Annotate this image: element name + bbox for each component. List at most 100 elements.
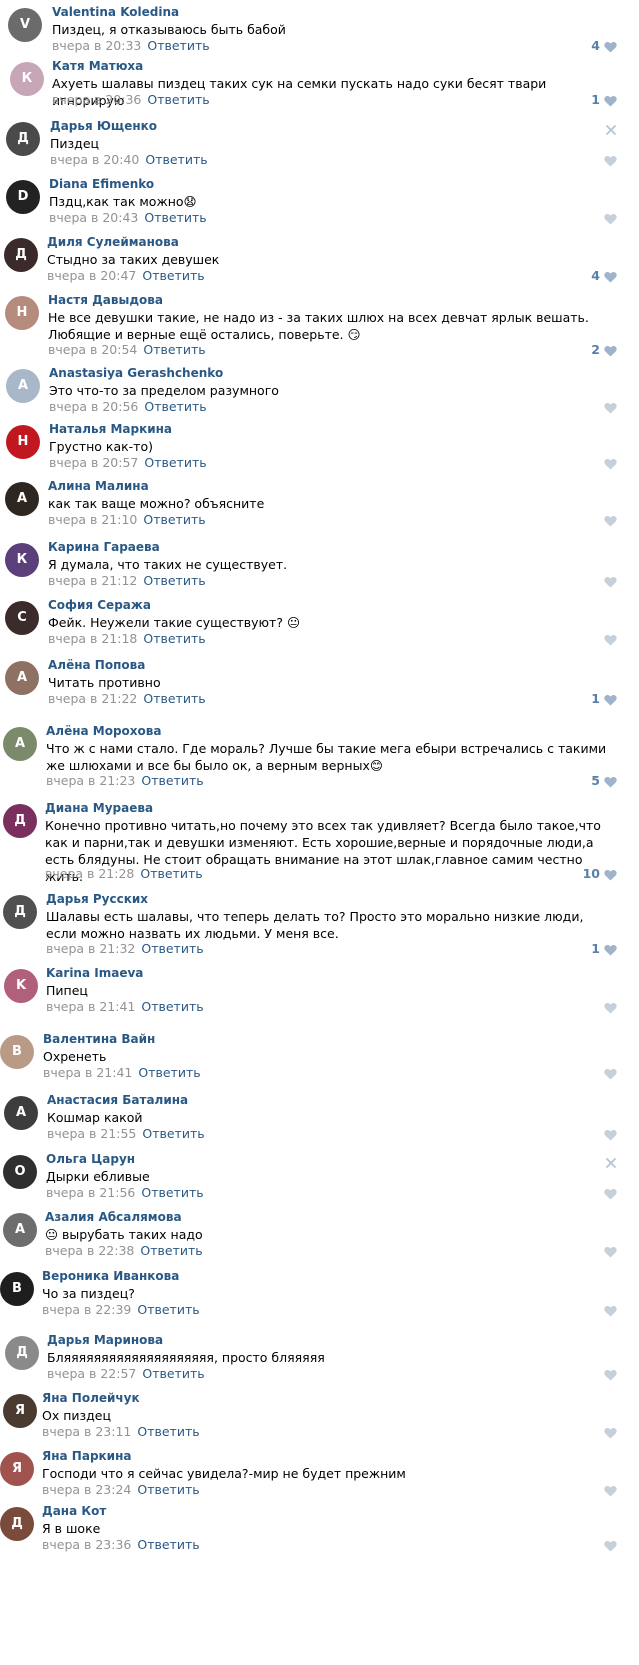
reply-link[interactable]: Ответить	[137, 1424, 199, 1439]
reply-link[interactable]: Ответить	[141, 1185, 203, 1200]
like-button[interactable]	[557, 1128, 617, 1142]
reply-link[interactable]: Ответить	[142, 268, 204, 283]
comment-author[interactable]: Валентина Вайн	[43, 1032, 155, 1046]
like-button[interactable]	[557, 1539, 617, 1553]
comment-date[interactable]: вчера в 21:41	[46, 999, 135, 1014]
like-button[interactable]	[557, 1368, 617, 1382]
avatar[interactable]: А	[5, 482, 39, 516]
like-button[interactable]	[557, 1001, 617, 1015]
comment-date[interactable]: вчера в 21:10	[48, 512, 137, 527]
reply-link[interactable]: Ответить	[141, 999, 203, 1014]
avatar[interactable]: Я	[0, 1452, 34, 1486]
reply-link[interactable]: Ответить	[138, 1065, 200, 1080]
comment-date[interactable]: вчера в 22:39	[42, 1302, 131, 1317]
comment-author[interactable]: Karina Imaeva	[46, 966, 143, 980]
comment-author[interactable]: Дарья Ющенко	[50, 119, 157, 133]
avatar[interactable]: А	[3, 1213, 37, 1247]
avatar[interactable]: К	[10, 62, 44, 96]
comment-date[interactable]: вчера в 20:54	[48, 342, 137, 357]
avatar[interactable]: О	[3, 1155, 37, 1189]
like-button[interactable]	[557, 575, 617, 589]
comment-date[interactable]: вчера в 23:11	[42, 1424, 131, 1439]
reply-link[interactable]: Ответить	[142, 1126, 204, 1141]
comment-author[interactable]: Ольга Царун	[46, 1152, 135, 1166]
like-button[interactable]: 2	[557, 342, 617, 358]
avatar[interactable]: В	[0, 1272, 34, 1306]
comment-date[interactable]: вчера в 21:41	[43, 1065, 132, 1080]
comment-author[interactable]: Дарья Русских	[46, 892, 148, 906]
avatar[interactable]: В	[0, 1035, 34, 1069]
avatar[interactable]: А	[4, 1096, 38, 1130]
comment-author[interactable]: Анастасия Баталина	[47, 1093, 188, 1107]
comment-author[interactable]: Азалия Абсалямова	[45, 1210, 182, 1224]
reply-link[interactable]: Ответить	[141, 773, 203, 788]
avatar[interactable]: A	[6, 369, 40, 403]
reply-link[interactable]: Ответить	[144, 455, 206, 470]
reply-link[interactable]: Ответить	[144, 210, 206, 225]
avatar[interactable]: К	[5, 543, 39, 577]
comment-author[interactable]: Катя Матюха	[52, 59, 143, 73]
like-button[interactable]	[557, 1187, 617, 1201]
reply-link[interactable]: Ответить	[144, 399, 206, 414]
comment-date[interactable]: вчера в 21:28	[45, 866, 134, 881]
reply-link[interactable]: Ответить	[142, 1366, 204, 1381]
comment-date[interactable]: вчера в 21:22	[48, 691, 137, 706]
comment-date[interactable]: вчера в 23:36	[42, 1537, 131, 1552]
comment-date[interactable]: вчера в 21:32	[46, 941, 135, 956]
comment-date[interactable]: вчера в 20:36	[52, 92, 141, 107]
comment-date[interactable]: вчера в 21:23	[46, 773, 135, 788]
comment-date[interactable]: вчера в 21:56	[46, 1185, 135, 1200]
reply-link[interactable]: Ответить	[137, 1537, 199, 1552]
comment-date[interactable]: вчера в 20:43	[49, 210, 138, 225]
comment-author[interactable]: Дарья Маринова	[47, 1333, 163, 1347]
avatar[interactable]: K	[4, 969, 38, 1003]
comment-author[interactable]: Диана Мураева	[45, 801, 153, 815]
like-button[interactable]: 10	[557, 866, 617, 882]
avatar[interactable]: Н	[6, 425, 40, 459]
comment-author[interactable]: Диля Сулейманова	[47, 235, 179, 249]
comment-author[interactable]: Яна Паркина	[42, 1449, 131, 1463]
reply-link[interactable]: Ответить	[140, 1243, 202, 1258]
like-button[interactable]: 5	[557, 773, 617, 789]
comment-author[interactable]: Наталья Маркина	[49, 422, 172, 436]
like-button[interactable]: 4	[557, 38, 617, 54]
comment-author[interactable]: Карина Гараева	[48, 540, 160, 554]
like-button[interactable]	[557, 154, 617, 168]
comment-author[interactable]: Valentina Koledina	[52, 5, 179, 19]
comment-date[interactable]: вчера в 22:57	[47, 1366, 136, 1381]
avatar[interactable]: D	[6, 180, 40, 214]
reply-link[interactable]: Ответить	[143, 342, 205, 357]
comment-author[interactable]: Diana Efimenko	[49, 177, 154, 191]
reply-link[interactable]: Ответить	[137, 1482, 199, 1497]
avatar[interactable]: Д	[3, 895, 37, 929]
like-button[interactable]	[557, 1245, 617, 1259]
comment-date[interactable]: вчера в 20:57	[49, 455, 138, 470]
reply-link[interactable]: Ответить	[143, 512, 205, 527]
avatar[interactable]: Я	[3, 1394, 37, 1428]
avatar[interactable]: Н	[5, 296, 39, 330]
like-button[interactable]	[557, 633, 617, 647]
comment-author[interactable]: Алина Малина	[48, 479, 149, 493]
like-button[interactable]	[557, 1304, 617, 1318]
avatar[interactable]: Д	[6, 122, 40, 156]
comment-date[interactable]: вчера в 21:18	[48, 631, 137, 646]
reply-link[interactable]: Ответить	[147, 38, 209, 53]
avatar[interactable]: Д	[3, 804, 37, 838]
comment-date[interactable]: вчера в 20:40	[50, 152, 139, 167]
reply-link[interactable]: Ответить	[140, 866, 202, 881]
like-button[interactable]	[557, 1067, 617, 1081]
like-button[interactable]	[557, 514, 617, 528]
comment-author[interactable]: Вероника Иванкова	[42, 1269, 179, 1283]
like-button[interactable]	[557, 1426, 617, 1440]
like-button[interactable]	[557, 1484, 617, 1498]
reply-link[interactable]: Ответить	[147, 92, 209, 107]
avatar[interactable]: Д	[5, 1336, 39, 1370]
comment-author[interactable]: Алёна Морохова	[46, 724, 161, 738]
reply-link[interactable]: Ответить	[143, 631, 205, 646]
comment-date[interactable]: вчера в 20:56	[49, 399, 138, 414]
like-button[interactable]	[557, 401, 617, 415]
comment-date[interactable]: вчера в 23:24	[42, 1482, 131, 1497]
like-button[interactable]: 4	[557, 268, 617, 284]
avatar[interactable]: Д	[4, 238, 38, 272]
close-icon[interactable]	[605, 1157, 617, 1169]
